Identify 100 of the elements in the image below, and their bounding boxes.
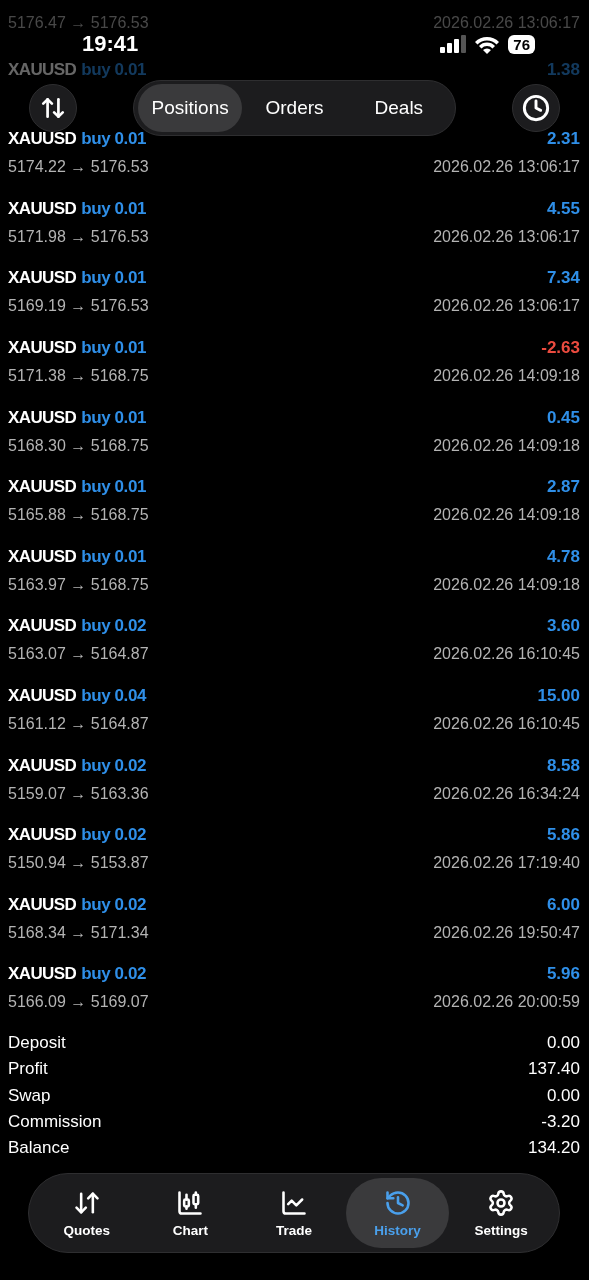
profit: 2.31 bbox=[546, 129, 580, 150]
trade-side: buy 0.01 bbox=[81, 477, 147, 498]
symbol: XAUUSD bbox=[8, 129, 77, 150]
summary-value: 134.20 bbox=[528, 1138, 580, 1159]
summary-value: -3.20 bbox=[541, 1111, 580, 1132]
symbol: XAUUSD bbox=[8, 894, 77, 915]
profit: 8.58 bbox=[546, 755, 580, 776]
summary-label: Profit bbox=[8, 1059, 48, 1080]
deal-time: 2026.02.26 16:34:24 bbox=[433, 784, 580, 803]
summary-value: 0.00 bbox=[546, 1033, 580, 1054]
profit: 5.86 bbox=[546, 825, 580, 846]
symbol: XAUUSD bbox=[8, 616, 77, 637]
deal-time: 2026.02.26 17:19:40 bbox=[433, 854, 580, 873]
symbol: XAUUSD bbox=[8, 59, 77, 80]
sort-button[interactable] bbox=[29, 84, 77, 132]
trade-side: buy 0.02 bbox=[81, 616, 147, 637]
status-time: 19:41 bbox=[82, 33, 139, 55]
trade-side: buy 0.02 bbox=[81, 825, 147, 846]
battery-level: 76 bbox=[508, 34, 535, 54]
summary-label: Deposit bbox=[8, 1033, 66, 1054]
price-range: 5159.07 → 5163.36 bbox=[8, 784, 149, 803]
segment-tab[interactable]: Orders bbox=[242, 84, 347, 132]
trade-side: buy 0.04 bbox=[81, 685, 147, 706]
trade-side: buy 0.01 bbox=[81, 337, 147, 358]
price-range: 5163.97 → 5168.75 bbox=[8, 575, 149, 594]
trade-side: buy 0.01 bbox=[81, 59, 147, 80]
price-range: 5168.34 → 5171.34 bbox=[8, 923, 149, 942]
deal-time: 2026.02.26 13:06:17 bbox=[433, 14, 580, 32]
clock-button[interactable] bbox=[512, 84, 560, 132]
candlestick-icon bbox=[176, 1188, 205, 1217]
deal-time: 2026.02.26 14:09:18 bbox=[433, 506, 580, 525]
profit: 2.87 bbox=[546, 477, 580, 498]
profit: 3.60 bbox=[546, 616, 580, 637]
summary-label: Swap bbox=[8, 1085, 51, 1106]
deal-time: 2026.02.26 13:06:17 bbox=[433, 297, 580, 316]
profit: 15.00 bbox=[537, 685, 580, 706]
summary-value: 0.00 bbox=[546, 1085, 580, 1106]
profit: 1.38 bbox=[546, 59, 580, 80]
nav-tab[interactable]: Trade bbox=[242, 1178, 346, 1249]
nav-tab[interactable]: Settings bbox=[449, 1178, 553, 1249]
summary-label: Balance bbox=[8, 1138, 70, 1159]
profit: 4.78 bbox=[546, 546, 580, 567]
trade-side: buy 0.01 bbox=[81, 407, 147, 428]
nav-tab[interactable]: History bbox=[345, 1178, 450, 1249]
nav-tab[interactable]: Chart bbox=[138, 1178, 243, 1249]
price-range: 5174.22 → 5176.53 bbox=[8, 158, 149, 177]
deal-time: 2026.02.26 19:50:47 bbox=[433, 923, 580, 942]
history-icon bbox=[383, 1188, 412, 1217]
symbol: XAUUSD bbox=[8, 198, 77, 219]
summary-label: Commission bbox=[8, 1111, 102, 1132]
deal-time: 2026.02.26 14:09:18 bbox=[433, 575, 580, 594]
price-range: 5171.38 → 5168.75 bbox=[8, 366, 149, 385]
price-range: 5165.88 → 5168.75 bbox=[8, 506, 149, 525]
profit: 5.96 bbox=[546, 964, 580, 985]
profit: 4.55 bbox=[546, 198, 580, 219]
symbol: XAUUSD bbox=[8, 477, 77, 498]
signal-icon bbox=[440, 35, 467, 53]
symbol: XAUUSD bbox=[8, 755, 77, 776]
price-range: 5150.94 → 5153.87 bbox=[8, 854, 149, 873]
symbol: XAUUSD bbox=[8, 546, 77, 567]
symbol: XAUUSD bbox=[8, 407, 77, 428]
deal-time: 2026.02.26 13:06:17 bbox=[433, 227, 580, 246]
chart-icon bbox=[280, 1188, 308, 1217]
symbol: XAUUSD bbox=[8, 685, 77, 706]
price-range: 5166.09 → 5169.07 bbox=[8, 993, 149, 1012]
symbol: XAUUSD bbox=[8, 825, 77, 846]
wifi-icon bbox=[474, 34, 501, 54]
profit: -2.63 bbox=[541, 337, 580, 358]
trade-side: buy 0.02 bbox=[81, 755, 147, 776]
nav-tab[interactable]: Quotes bbox=[35, 1178, 139, 1249]
trade-side: buy 0.02 bbox=[81, 894, 147, 915]
price-range: 5176.47 → 5176.53 bbox=[8, 14, 149, 32]
summary-value: 137.40 bbox=[528, 1059, 580, 1080]
price-range: 5163.07 → 5164.87 bbox=[8, 645, 149, 664]
sort-icon bbox=[40, 95, 66, 121]
deal-time: 2026.02.26 14:09:18 bbox=[433, 366, 580, 385]
trade-side: buy 0.01 bbox=[81, 268, 147, 289]
symbol: XAUUSD bbox=[8, 268, 77, 289]
price-range: 5171.98 → 5176.53 bbox=[8, 227, 149, 246]
deal-time: 2026.02.26 13:06:17 bbox=[433, 158, 580, 177]
profit: 0.45 bbox=[546, 407, 580, 428]
deal-time: 2026.02.26 16:10:45 bbox=[433, 645, 580, 664]
gear-icon bbox=[487, 1188, 516, 1217]
trade-side: buy 0.01 bbox=[81, 546, 147, 567]
profit: 6.00 bbox=[546, 894, 580, 915]
trade-side: buy 0.02 bbox=[81, 964, 147, 985]
price-range: 5161.12 → 5164.87 bbox=[8, 714, 149, 733]
clock-icon bbox=[522, 94, 550, 122]
symbol: XAUUSD bbox=[8, 337, 77, 358]
deal-time: 2026.02.26 20:00:59 bbox=[433, 993, 580, 1012]
deal-time: 2026.02.26 14:09:18 bbox=[433, 436, 580, 455]
profit: 7.34 bbox=[546, 268, 580, 289]
symbol: XAUUSD bbox=[8, 964, 77, 985]
trade-side: buy 0.01 bbox=[81, 129, 147, 150]
deal-time: 2026.02.26 16:10:45 bbox=[433, 714, 580, 733]
trade-side: buy 0.01 bbox=[81, 198, 147, 219]
segment-tab[interactable]: Positions bbox=[138, 84, 243, 132]
segment-tab[interactable]: Deals bbox=[346, 84, 451, 132]
price-range: 5169.19 → 5176.53 bbox=[8, 297, 149, 316]
price-range: 5168.30 → 5168.75 bbox=[8, 436, 149, 455]
